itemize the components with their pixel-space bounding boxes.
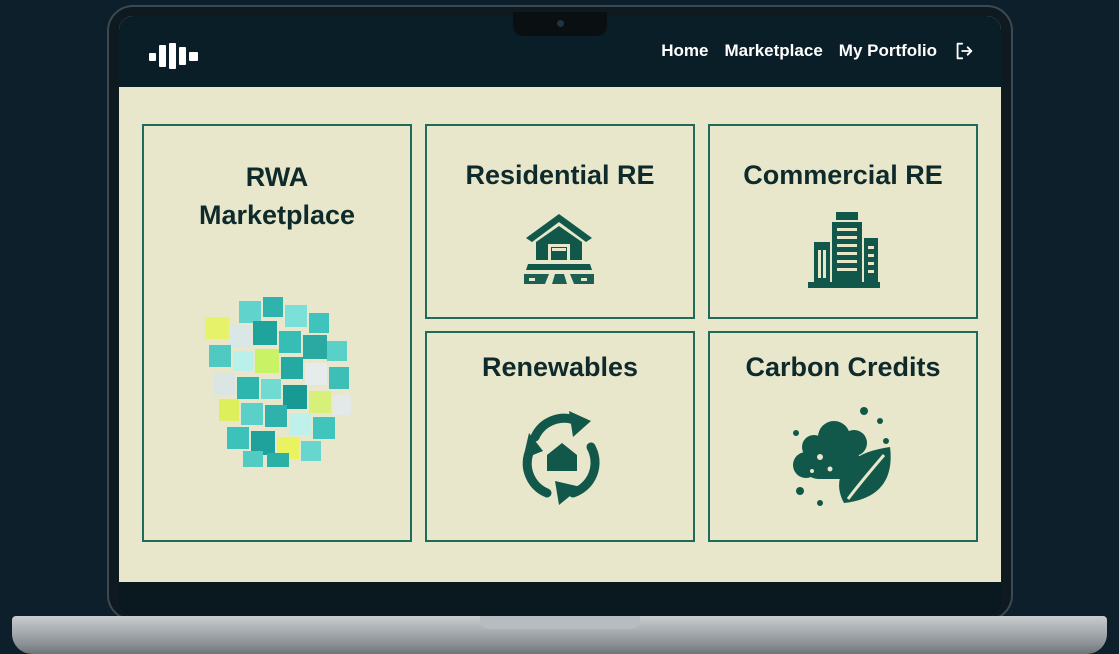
card-renewables[interactable]: Renewables: [425, 331, 695, 542]
card-residential-re[interactable]: Residential RE: [425, 124, 695, 319]
app-screen: Home Marketplace My Portfolio RWA Market…: [119, 16, 1001, 582]
card-rwa-title-line1: RWA: [245, 162, 309, 192]
screen-bezel: Home Marketplace My Portfolio RWA Market…: [119, 16, 1001, 616]
cloud-leaf-icon: [793, 407, 891, 506]
card-renewables-title: Renewables: [481, 352, 639, 382]
card-rwa-title-line2: Marketplace: [198, 200, 356, 230]
laptop-base-groove: [480, 616, 640, 629]
card-carbon-credits[interactable]: Carbon Credits: [708, 331, 978, 542]
camera-notch: [513, 12, 607, 36]
card-rwa-title: RWA Marketplace: [199, 158, 355, 234]
card-carbon-title: Carbon Credits: [745, 352, 941, 382]
nav-links: Home Marketplace My Portfolio: [661, 40, 975, 62]
nav-marketplace-link[interactable]: Marketplace: [725, 41, 823, 61]
recycle-house-icon: [522, 411, 600, 505]
cube-cluster-image: [205, 297, 351, 467]
logout-icon[interactable]: [953, 40, 975, 62]
card-rwa-marketplace[interactable]: RWA Marketplace: [142, 124, 412, 542]
nav-my-portfolio-link[interactable]: My Portfolio: [839, 41, 937, 61]
card-residential-title: Residential RE: [465, 160, 655, 190]
house-icon: [524, 214, 594, 284]
card-commercial-re[interactable]: Commercial RE: [708, 124, 978, 319]
buildings-icon: [808, 212, 880, 288]
card-commercial-title: Commercial RE: [743, 160, 943, 190]
nav-home-link[interactable]: Home: [661, 41, 708, 61]
